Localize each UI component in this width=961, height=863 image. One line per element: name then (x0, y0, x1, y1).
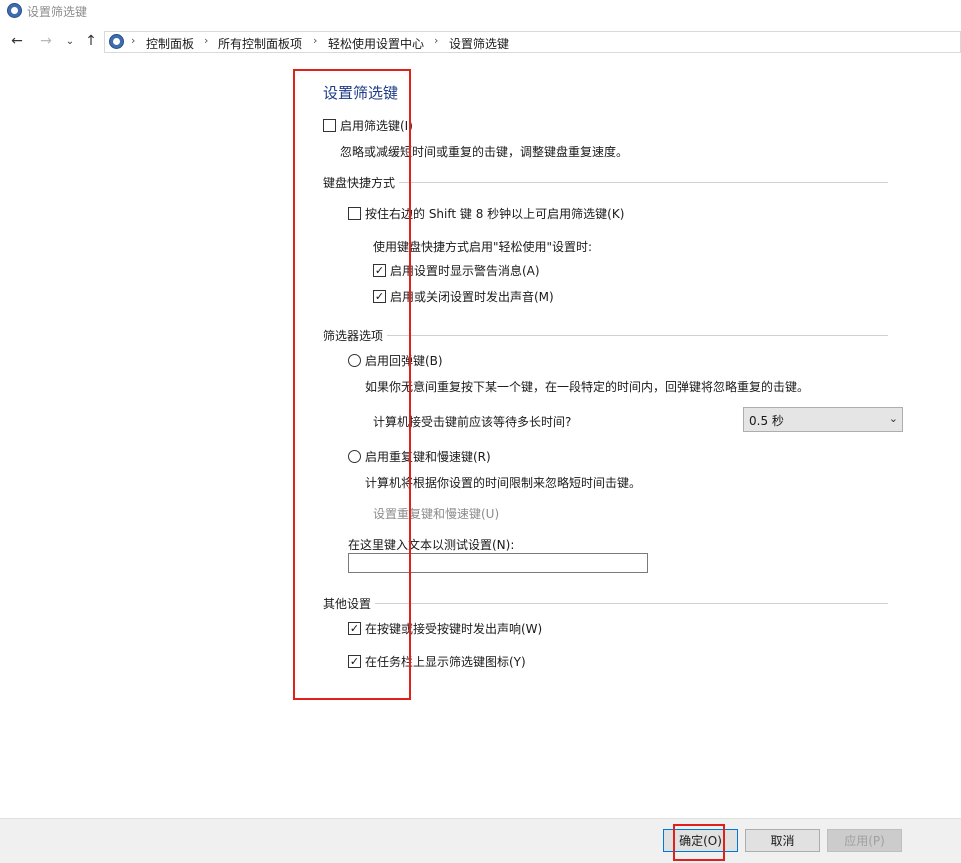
control-panel-icon (7, 3, 22, 18)
main-content (0, 56, 961, 818)
breadcrumb-chevron-icon[interactable]: › (313, 34, 317, 47)
breadcrumb-item-ease-of-access[interactable]: 轻松使用设置中心 (328, 35, 424, 52)
forward-arrow-icon[interactable]: → (38, 33, 54, 49)
cancel-button[interactable]: 取消 (745, 829, 820, 852)
breadcrumb-chevron-icon[interactable]: › (434, 34, 438, 47)
breadcrumb-item-control-panel[interactable]: 控制面板 (146, 35, 194, 52)
apply-button[interactable]: 应用(P) (827, 829, 902, 852)
wait-time-dropdown[interactable]: 0.5 秒 ⌄ (743, 407, 903, 432)
bounce-keys-description: 如果你无意间重复按下某一个键，在一段特定的时间内，回弹键将忽略重复的击键。 (365, 380, 810, 394)
window-title: 设置筛选键 (27, 5, 88, 19)
make-sound-label[interactable]: 启用或关闭设置时发出声音(M) (390, 288, 554, 305)
chevron-down-icon: ⌄ (888, 412, 898, 425)
breadcrumb-item-all-items[interactable]: 所有控制面板项 (218, 35, 302, 52)
show-warning-label[interactable]: 启用设置时显示警告消息(A) (390, 262, 540, 279)
annotation-box (293, 69, 411, 700)
breadcrumb-item-filter-keys[interactable]: 设置筛选键 (449, 35, 509, 52)
up-arrow-icon[interactable]: ↑ (83, 33, 99, 49)
recent-locations-chevron-icon[interactable]: ⌄ (62, 33, 78, 49)
title-bar: 设置筛选键 (0, 0, 961, 22)
annotation-box (673, 824, 725, 861)
address-bar[interactable]: › 控制面板 › 所有控制面板项 › 轻松使用设置中心 › 设置筛选键 (104, 31, 961, 53)
breadcrumb-chevron-icon[interactable]: › (204, 34, 208, 47)
control-panel-icon (109, 34, 124, 49)
breadcrumb-chevron-icon[interactable]: › (131, 34, 135, 47)
wait-time-value: 0.5 秒 (749, 414, 784, 428)
back-arrow-icon[interactable]: ← (9, 33, 25, 49)
